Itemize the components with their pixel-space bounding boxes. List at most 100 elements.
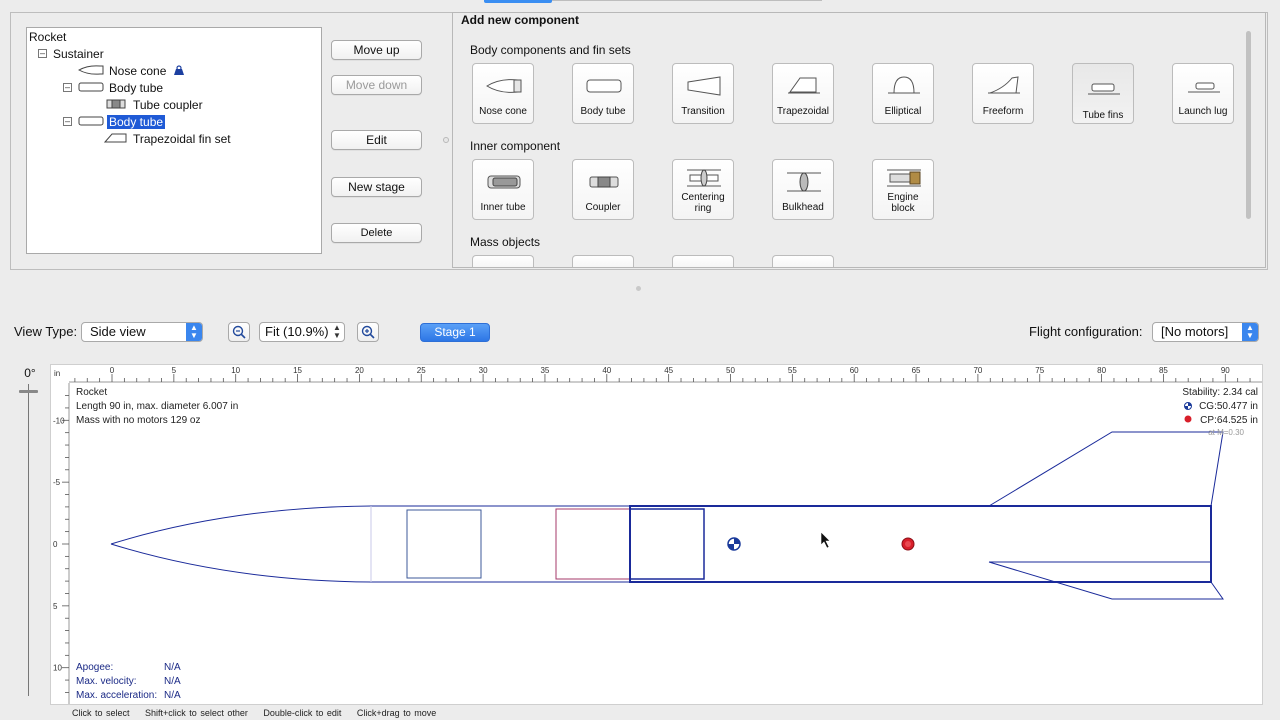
add-freeform-fins-button[interactable]: Freeform xyxy=(972,63,1034,124)
tree-item-tube-coupler[interactable]: Tube coupler xyxy=(133,97,203,113)
mass-object-button-partial[interactable] xyxy=(772,255,834,267)
ruler-tick-label: 10 xyxy=(231,366,240,375)
tree-item-fin-set[interactable]: Trapezoidal fin set xyxy=(133,131,231,147)
zoom-out-button[interactable] xyxy=(228,322,250,342)
tree-item-body-tube-1[interactable]: Body tube xyxy=(109,80,163,96)
view-type-select[interactable]: Side view ▲ ▼ xyxy=(81,322,203,342)
comp-label-line: Engine xyxy=(887,192,919,203)
elliptical-fin-icon xyxy=(888,76,920,94)
rocket-name: Rocket xyxy=(76,387,108,398)
mass-object-button-partial[interactable] xyxy=(572,255,634,267)
stage-1-toggle[interactable]: Stage 1 xyxy=(420,323,490,342)
zoom-select[interactable]: Fit (10.9%) ▲ ▼ xyxy=(259,322,345,342)
mouse-cursor-icon xyxy=(820,531,831,549)
max-acceleration-value: N/A xyxy=(164,690,181,701)
mass-object-button-partial[interactable] xyxy=(672,255,734,267)
tree-item-sustainer[interactable]: Sustainer xyxy=(53,46,104,62)
freeform-fin-icon xyxy=(988,76,1020,94)
tube-fins-icon xyxy=(1088,83,1120,95)
add-trapezoidal-fins-button[interactable]: Trapezoidal xyxy=(772,63,834,124)
rocket-figure-canvas[interactable]: 0 5 10 15 20 25 30 35 40 45 50 55 60 65 70 75 80 85 90 -10… xyxy=(50,364,1263,705)
ruler-tick-label: 15 xyxy=(293,366,302,375)
flight-config-select[interactable]: [No motors] ▲ ▼ xyxy=(1152,322,1259,342)
ruler-tick-label: 25 xyxy=(417,366,426,375)
tree-item-body-tube-2-selected[interactable]: Body tube xyxy=(107,114,166,130)
transition-icon xyxy=(687,76,721,96)
move-down-button[interactable]: Move down xyxy=(331,75,422,95)
launch-lug-icon xyxy=(1188,82,1220,93)
component-tree[interactable]: Rocket – Sustainer Nose cone – Body tube… xyxy=(26,27,322,254)
add-tube-fins-button[interactable]: Tube fins xyxy=(1072,63,1134,124)
mach-value: at M=0.30 xyxy=(1208,428,1244,437)
cp-legend-icon xyxy=(1184,415,1192,423)
tree-item-label: Trapezoidal fin set xyxy=(133,132,231,146)
body-tube-icon xyxy=(586,79,622,93)
zoom-out-icon xyxy=(232,325,246,339)
add-engine-block-button[interactable]: Engine block xyxy=(872,159,934,220)
mass-object-button-partial[interactable] xyxy=(472,255,534,267)
tree-item-label: Body tube xyxy=(109,81,164,95)
rotation-slider-track[interactable] xyxy=(28,384,29,696)
cp-marker-icon xyxy=(901,537,915,551)
new-stage-button[interactable]: New stage xyxy=(331,177,422,197)
ruler-tick-label: 70 xyxy=(973,366,982,375)
edit-button[interactable]: Edit xyxy=(331,130,422,150)
tree-item-label: Nose cone xyxy=(109,64,167,78)
vertical-ruler: -10 -5 0 5 10 xyxy=(53,383,70,704)
zoom-in-button[interactable] xyxy=(357,322,379,342)
collapse-body-tube-1-toggle[interactable]: – xyxy=(63,83,72,92)
ruler-tick-label: 35 xyxy=(540,366,549,375)
status-hint: Shift+click to select other xyxy=(145,708,248,718)
panel-divider-handle[interactable] xyxy=(443,137,449,143)
collapse-sustainer-toggle[interactable]: – xyxy=(38,49,47,58)
ruler-tick-label: 65 xyxy=(912,366,921,375)
comp-label: Tube fins xyxy=(1082,110,1124,121)
add-centering-ring-button[interactable]: Centering ring xyxy=(672,159,734,220)
add-elliptical-fins-button[interactable]: Elliptical xyxy=(872,63,934,124)
section-body-components: Body components and fin sets xyxy=(470,43,631,57)
add-body-tube-button[interactable]: Body tube xyxy=(572,63,634,124)
delete-button[interactable]: Delete xyxy=(331,223,422,243)
bulkhead-icon xyxy=(787,172,821,192)
engine-block-icon xyxy=(887,169,921,187)
tree-item-rocket[interactable]: Rocket xyxy=(29,29,66,45)
add-launch-lug-button[interactable]: Launch lug xyxy=(1172,63,1234,124)
coupler-icon xyxy=(589,176,619,188)
cg-value: CG:50.477 in xyxy=(1199,401,1258,412)
cg-legend-icon xyxy=(1184,402,1192,410)
ruler-unit-label: in xyxy=(54,369,60,378)
add-inner-tube-button[interactable]: Inner tube xyxy=(472,159,534,220)
move-up-button[interactable]: Move up xyxy=(331,40,422,60)
rocket-figure-svg[interactable]: 0 5 10 15 20 25 30 35 40 45 50 55 60 65 70 75 80 85 90 -10… xyxy=(51,365,1262,704)
apogee-value: N/A xyxy=(164,662,181,673)
flight-config-label: Flight configuration: xyxy=(1029,324,1143,339)
add-component-scrollbar[interactable] xyxy=(1246,31,1251,219)
comp-label: Coupler xyxy=(585,202,621,213)
cg-marker-icon xyxy=(727,537,741,551)
vertical-ruler-label: -5 xyxy=(53,478,61,487)
rocket-mass-info: Mass with no motors 129 oz xyxy=(76,415,201,426)
mass-override-icon xyxy=(174,65,184,75)
spinner-arrows-icon: ▲ ▼ xyxy=(333,323,341,340)
window-tab-indicator xyxy=(484,0,552,3)
tree-item-label: Tube coupler xyxy=(133,98,203,112)
coupler-inner-outline xyxy=(629,508,705,580)
add-transition-button[interactable]: Transition xyxy=(672,63,734,124)
rotation-slider-knob[interactable] xyxy=(19,390,38,393)
view-type-value: Side view xyxy=(90,324,146,339)
add-bulkhead-button[interactable]: Bulkhead xyxy=(772,159,834,220)
tree-item-nose-cone[interactable]: Nose cone xyxy=(109,63,166,79)
comp-label-line: ring xyxy=(694,203,712,214)
rotation-angle-label: 0° xyxy=(24,366,36,380)
split-pane-handle[interactable] xyxy=(636,286,641,291)
ruler-tick-label: 40 xyxy=(602,366,611,375)
collapse-body-tube-2-toggle[interactable]: – xyxy=(63,117,72,126)
nose-cone-icon xyxy=(78,65,104,75)
max-velocity-value: N/A xyxy=(164,676,181,687)
add-nose-cone-button[interactable]: Nose cone xyxy=(472,63,534,124)
ruler-tick-label: 30 xyxy=(479,366,488,375)
cp-value: CP:64.525 in xyxy=(1200,415,1258,426)
add-coupler-button[interactable]: Coupler xyxy=(572,159,634,220)
comp-label: Freeform xyxy=(982,106,1024,117)
ruler-tick-label: 0 xyxy=(110,366,115,375)
